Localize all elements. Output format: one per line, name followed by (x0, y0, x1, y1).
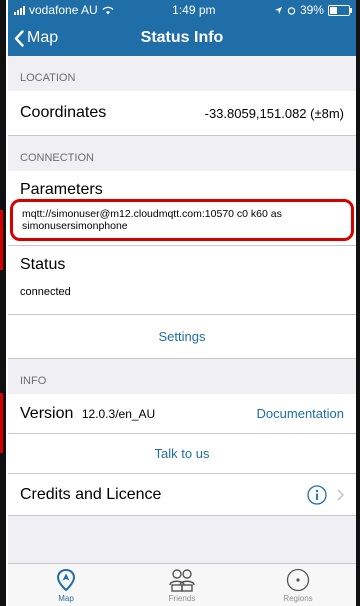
alarm-icon (287, 6, 296, 15)
version-value: 12.0.3/en_AU (81, 406, 156, 421)
coordinates-row: Coordinates -33.8059,151.082 (±8m) (8, 91, 356, 136)
back-button[interactable]: Map (8, 29, 58, 47)
signal-icon (14, 5, 25, 15)
connection-section-header: CONNECTION (20, 152, 94, 164)
version-label: Version (20, 404, 74, 422)
chevron-right-icon (337, 488, 344, 501)
left-frame (0, 0, 6, 606)
credits-label: Credits and Licence (20, 485, 162, 503)
right-frame (356, 0, 360, 606)
tab-friends[interactable]: Friends (147, 564, 217, 603)
left-highlight-mark (0, 210, 3, 270)
chevron-left-icon (14, 29, 24, 47)
tab-regions-label: Regions (283, 594, 313, 603)
status-bar: vodafone AU 1:49 pm 39% (8, 0, 356, 20)
regions-icon (286, 568, 310, 592)
clock-time: 1:49 pm (172, 3, 216, 17)
friends-icon (169, 569, 195, 592)
coordinates-label: Coordinates (20, 104, 107, 121)
tab-bar: Map Friends Regions (8, 563, 356, 606)
settings-button[interactable]: Settings (8, 315, 356, 359)
info-icon[interactable] (307, 484, 327, 505)
carrier-name: vodafone AU (29, 3, 98, 17)
status-row: Status connected (8, 246, 356, 315)
status-label: Status (20, 256, 66, 273)
battery-icon (327, 4, 352, 16)
location-pin-icon (56, 568, 76, 592)
settings-label: Settings (158, 329, 206, 344)
tab-friends-label: Friends (168, 594, 196, 603)
coordinates-value: -33.8059,151.082 (±8m) (204, 105, 344, 121)
tab-map-label: Map (58, 594, 74, 603)
tab-map[interactable]: Map (31, 564, 101, 603)
tab-regions[interactable]: Regions (263, 564, 333, 603)
status-value: connected (20, 286, 71, 298)
navigation-bar: Map Status Info (8, 20, 356, 56)
location-section-header: LOCATION (20, 72, 76, 84)
version-row: Version 12.0.3/en_AU Documentation (8, 394, 356, 434)
talk-to-us-button[interactable]: Talk to us (8, 434, 356, 474)
talk-to-us-label: Talk to us (154, 446, 210, 461)
app-screen: vodafone AU 1:49 pm 39% Map Status Info (8, 0, 356, 606)
credits-row[interactable]: Credits and Licence (8, 474, 356, 516)
location-arrow-icon (274, 6, 283, 14)
parameters-label: Parameters (20, 181, 103, 198)
parameters-value: mqtt://simonuser@m12.cloudmqtt.com:10570… (10, 199, 354, 241)
battery-percent: 39% (299, 3, 324, 17)
left-highlight-mark (0, 393, 3, 453)
info-section-header: INFO (20, 375, 47, 387)
documentation-link[interactable]: Documentation (257, 406, 344, 421)
parameters-row: Parameters mqtt://simonuser@m12.cloudmqt… (8, 171, 356, 246)
back-label: Map (27, 29, 59, 46)
wifi-icon (102, 6, 114, 14)
page-title: Status Info (140, 29, 224, 46)
